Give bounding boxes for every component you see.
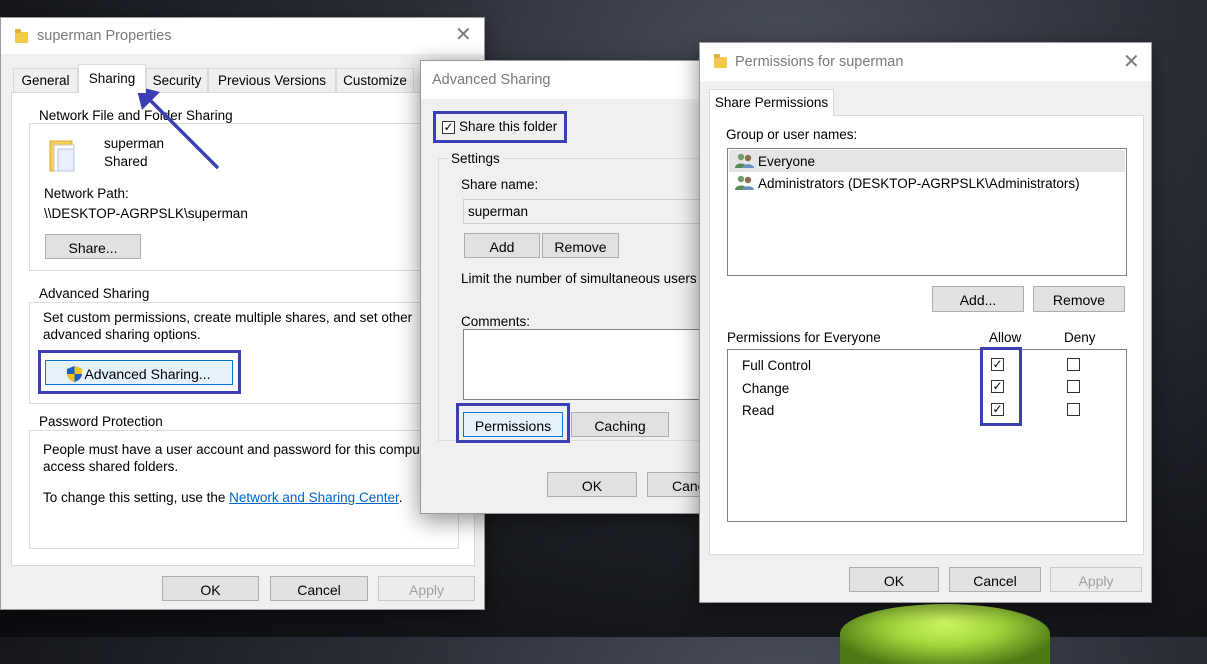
permissions-title: Permissions for superman	[735, 54, 904, 70]
properties-titlebar[interactable]: superman Properties ✕	[1, 18, 484, 54]
properties-cancel-button[interactable]: Cancel	[270, 576, 368, 601]
pw-group-label: Password Protection	[36, 414, 166, 429]
share-name-label: Share name:	[461, 177, 539, 192]
sharing-tab-panel: Network File and Folder Sharing superman…	[11, 92, 475, 566]
highlight-allow-column	[980, 347, 1022, 426]
network-path-label: Network Path:	[44, 186, 129, 201]
user-name: Everyone	[758, 154, 816, 169]
close-icon[interactable]: ✕	[455, 25, 472, 45]
share-name-value: superman	[468, 204, 529, 219]
advanced-sharing-title: Advanced Sharing	[432, 72, 551, 88]
pw-change-text: To change this setting, use the Network …	[43, 490, 403, 505]
adv-desc-line1: Set custom permissions, create multiple …	[43, 310, 413, 325]
network-path-value: \\DESKTOP-AGRPSLK\superman	[44, 206, 248, 221]
comments-label: Comments:	[461, 314, 531, 329]
network-sharing-center-link[interactable]: Network and Sharing Center	[229, 490, 399, 505]
full-control-deny-checkbox[interactable]	[1067, 358, 1080, 371]
advanced-sharing-titlebar[interactable]: Advanced Sharing	[421, 61, 710, 99]
perm-row-name-read: Read	[742, 403, 775, 418]
share-remove-button[interactable]: Remove	[542, 233, 619, 258]
properties-title: superman Properties	[37, 28, 172, 44]
shared-folder-icon	[49, 137, 76, 173]
properties-ok-button[interactable]: OK	[162, 576, 259, 601]
advanced-ok-button[interactable]: OK	[547, 472, 637, 497]
permissions-listbox: Full Control ✓ Change ✓ Read ✓	[727, 349, 1127, 522]
user-name: Administrators (DESKTOP-AGRPSLK\Administ…	[758, 176, 1080, 191]
settings-group-label: Settings	[448, 151, 503, 166]
permissions-apply-button[interactable]: Apply	[1050, 567, 1142, 592]
share-button[interactable]: Share...	[45, 234, 141, 259]
permissions-titlebar[interactable]: Permissions for superman ✕	[700, 43, 1151, 81]
close-icon[interactable]: ✕	[1123, 52, 1140, 72]
pw-desc-line1: People must have a user account and pass…	[43, 442, 431, 457]
highlight-permissions	[456, 403, 570, 443]
permissions-for-label: Permissions for Everyone	[727, 330, 881, 345]
comments-textarea[interactable]	[463, 329, 711, 400]
permissions-dialog: Permissions for superman ✕ Share Permiss…	[699, 42, 1152, 603]
tab-general[interactable]: General	[13, 68, 78, 92]
highlight-advanced-sharing	[38, 350, 241, 394]
allow-header: Allow	[989, 330, 1022, 345]
change-deny-checkbox[interactable]	[1067, 380, 1080, 393]
users-icon	[735, 153, 755, 172]
share-permissions-panel: Group or user names: Everyone Administra…	[709, 115, 1144, 555]
deny-header: Deny	[1064, 330, 1096, 345]
share-add-button[interactable]: Add	[464, 233, 540, 258]
tab-sharing[interactable]: Sharing	[78, 64, 146, 93]
tab-customize[interactable]: Customize	[336, 68, 414, 92]
properties-apply-button[interactable]: Apply	[378, 576, 475, 601]
users-icon	[735, 175, 755, 194]
perm-remove-button[interactable]: Remove	[1033, 286, 1125, 312]
read-deny-checkbox[interactable]	[1067, 403, 1080, 416]
tab-share-permissions[interactable]: Share Permissions	[709, 89, 834, 116]
share-name-input[interactable]: superman	[463, 199, 711, 224]
folder-icon	[714, 54, 727, 68]
perm-row-name-full-control: Full Control	[742, 358, 812, 373]
highlight-share-this-folder	[433, 111, 567, 143]
folder-icon	[15, 29, 28, 43]
permissions-ok-button[interactable]: OK	[849, 567, 939, 592]
annotation-arrow	[136, 86, 220, 170]
caching-button[interactable]: Caching	[571, 412, 669, 437]
limit-users-label: Limit the number of simultaneous users t	[461, 271, 705, 286]
user-row-administrators[interactable]: Administrators (DESKTOP-AGRPSLK\Administ…	[729, 172, 1125, 194]
background-tent	[840, 604, 1050, 664]
properties-dialog: superman Properties ✕ General Sharing Se…	[0, 17, 485, 610]
adv-desc-line2: advanced sharing options.	[43, 327, 201, 342]
user-row-everyone[interactable]: Everyone	[729, 150, 1125, 172]
perm-row-name-change: Change	[742, 381, 790, 396]
group-user-names-label: Group or user names:	[726, 127, 858, 142]
permissions-cancel-button[interactable]: Cancel	[949, 567, 1041, 592]
pw-desc-line2: access shared folders.	[43, 459, 179, 474]
perm-add-button[interactable]: Add...	[932, 286, 1024, 312]
adv-group-label: Advanced Sharing	[36, 286, 153, 301]
user-listbox[interactable]: Everyone Administrators (DESKTOP-AGRPSLK…	[727, 148, 1127, 276]
